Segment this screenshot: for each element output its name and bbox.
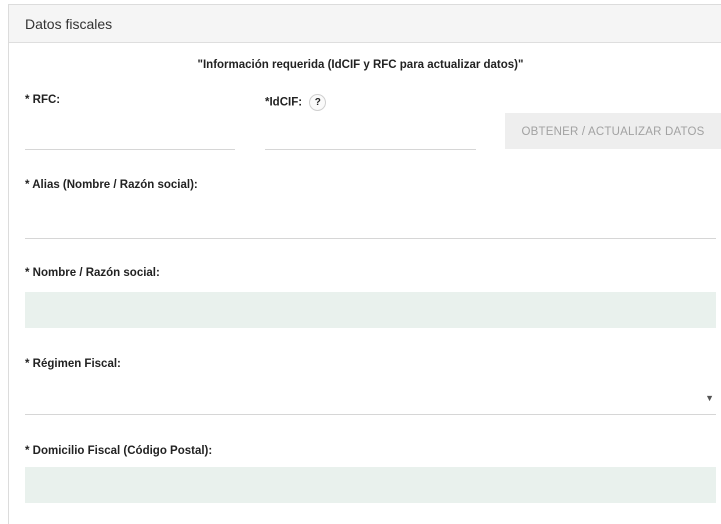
obtener-actualizar-datos-button[interactable]: OBTENER / ACTUALIZAR DATOS bbox=[505, 113, 721, 149]
domicilio-label: * Domicilio Fiscal (Código Postal): bbox=[25, 445, 213, 457]
domicilio-input[interactable] bbox=[25, 467, 716, 503]
nombre-label: * Nombre / Razón social: bbox=[25, 267, 160, 279]
dropdown-caret-icon: ▼ bbox=[705, 393, 714, 403]
alias-input[interactable] bbox=[25, 213, 716, 239]
nombre-input[interactable] bbox=[25, 292, 716, 328]
help-icon[interactable]: ? bbox=[309, 94, 327, 111]
idcif-label: *IdCIF: bbox=[265, 96, 303, 109]
panel-title: Datos fiscales bbox=[25, 16, 113, 32]
regimen-label: * Régimen Fiscal: bbox=[25, 358, 121, 370]
idcif-label-group: *IdCIF: ? bbox=[265, 94, 327, 111]
regimen-select[interactable]: ▼ bbox=[25, 383, 716, 415]
rfc-input[interactable] bbox=[25, 124, 235, 150]
required-info-notice: "Información requerida (IdCIF y RFC para… bbox=[197, 59, 524, 71]
alias-label: * Alias (Nombre / Razón social): bbox=[25, 179, 198, 191]
rfc-label: * RFC: bbox=[25, 94, 61, 106]
panel-header: Datos fiscales bbox=[9, 5, 721, 43]
idcif-input[interactable] bbox=[265, 124, 476, 150]
